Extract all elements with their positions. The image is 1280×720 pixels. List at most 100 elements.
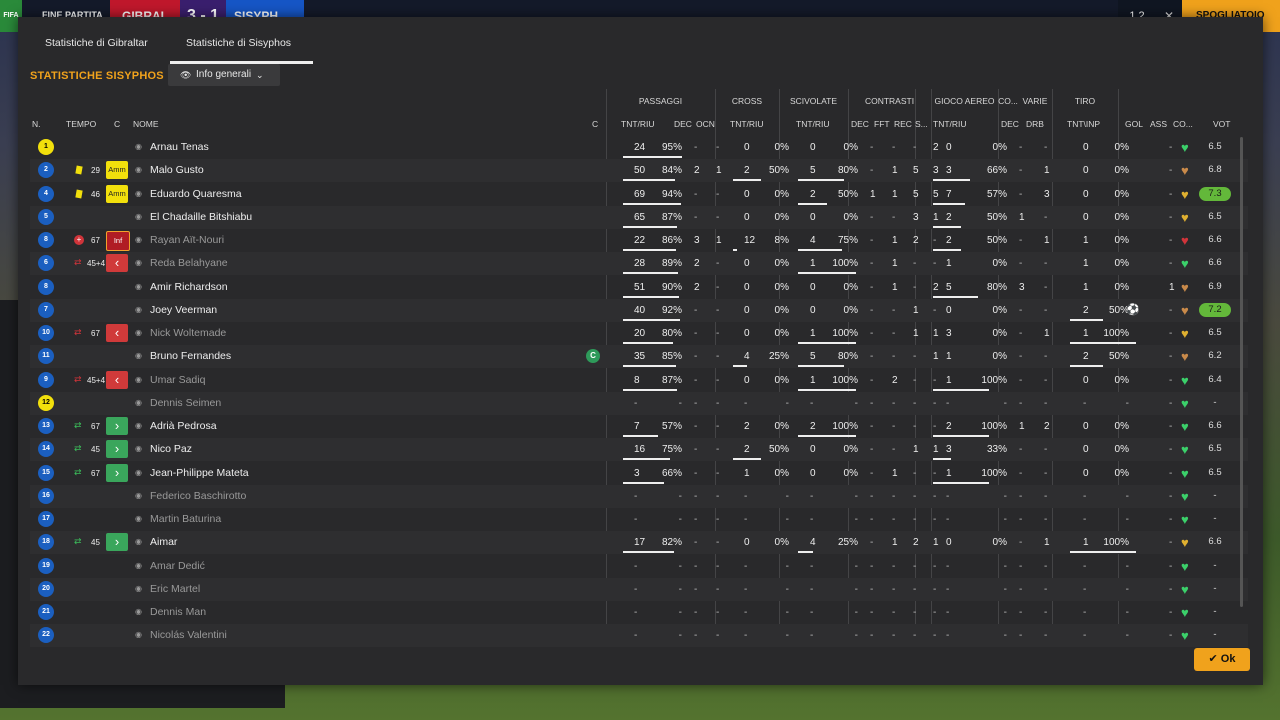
event-time: 67 xyxy=(91,329,100,338)
table-row[interactable]: 11 ◉ Bruno Fernandes C 35 85% - -4 25% 5 80% - - -1 1 0… xyxy=(30,345,1248,369)
player-name[interactable]: Malo Gusto xyxy=(150,164,204,176)
player-name[interactable]: Amar Dedić xyxy=(150,560,205,572)
table-row[interactable]: 18 ⇄ 45 › ◉ Aimar 17 82% - -0 0% 4 25% -1 2 1 0 0% -1 1 100%… xyxy=(30,531,1248,555)
pass-chances: - xyxy=(716,444,720,456)
table-row[interactable]: 19 ◉ Amar Dedić - - - - - - - - - - - - - - - - - - - ♥ - xyxy=(30,555,1248,578)
player-name[interactable]: Aimar xyxy=(150,536,177,548)
column-header: DEC xyxy=(1001,119,1019,129)
cross-accuracy: - xyxy=(785,514,789,525)
table-row[interactable]: 22 ◉ Nicolás Valentini - - - - - - - - - - - - - - - - - - - ♥… xyxy=(30,624,1248,648)
player-name[interactable]: Rayan Aït-Nouri xyxy=(150,234,224,246)
table-row[interactable]: 21 ◉ Dennis Man - - - - - - - - - - - - - - - - - - - ♥ - xyxy=(30,601,1248,624)
pass-attempts: - xyxy=(634,630,638,642)
player-name[interactable]: Umar Sadiq xyxy=(150,374,205,386)
player-name[interactable]: Reda Belahyane xyxy=(150,257,228,269)
cross-attempts: 4 xyxy=(744,351,750,363)
pass-accuracy: 92% xyxy=(661,304,682,316)
pass-chances: - xyxy=(716,421,720,432)
contrast-decisive: - xyxy=(870,490,874,502)
table-row[interactable]: 20 ◉ Eric Martel - - - - - - - - - - - - - - - - - - - ♥ - xyxy=(30,577,1248,601)
condition-heart-icon: ♥ xyxy=(1181,419,1189,434)
shot-accuracy: 0% xyxy=(1114,188,1129,200)
cross-accuracy: 0% xyxy=(774,421,789,432)
pass-attempts: 51 xyxy=(634,281,646,293)
player-name[interactable]: El Chadaille Bitshiabu xyxy=(150,211,252,223)
shirt-number: 16 xyxy=(38,487,54,504)
table-row[interactable]: 8 ◉ Amir Richardson 51 90% 2-0 0% 0 0% -1-2 5 80% 3-… xyxy=(30,276,1248,299)
player-name[interactable]: Martin Baturina xyxy=(150,513,221,525)
shirt-number: 6 xyxy=(38,255,54,272)
event-time: 29 xyxy=(91,166,100,176)
pass-decisive: 2 xyxy=(694,281,700,293)
condition-heart-icon: ♥ xyxy=(1181,326,1189,341)
contrast-recoveries: 5 xyxy=(913,165,919,177)
sub-in-icon: ⇄ xyxy=(74,443,82,454)
co-stat: - xyxy=(1019,165,1023,177)
tackle-accuracy-bar xyxy=(798,272,856,275)
table-row[interactable]: 6 ⇄ 45+4 ‹ ◉ Reda Belahyane 28 89% 2-0 0% 1 100% -1-… xyxy=(30,252,1248,276)
player-name[interactable]: Dennis Seimen xyxy=(150,397,221,409)
player-name[interactable]: Federico Baschirotto xyxy=(150,490,246,502)
table-row[interactable]: 15 ⇄ 67 › ◉ Jean-Philippe Mateta 3 66% - -1 0% 0 0% -… xyxy=(30,462,1248,485)
table-row[interactable]: 14 ⇄ 45 › ◉ Nico Paz 16 75% - -2 50% 0 0% - -1 1 3 33% - -0… xyxy=(30,438,1248,462)
condition-heart-icon: ♥ xyxy=(1181,186,1189,202)
shirt-number: 15 xyxy=(38,464,54,481)
sub-out-icon: ⇄ xyxy=(74,327,82,337)
co-stat: - xyxy=(1019,607,1023,618)
table-row[interactable]: 12 ◉ Dennis Seimen - - - - - - - - - - - - - - - - - - - ♥ - xyxy=(30,391,1248,415)
player-name[interactable]: Adrià Pedrosa xyxy=(150,420,217,432)
player-name[interactable]: Dennis Man xyxy=(150,606,206,618)
co-stat: - xyxy=(1019,258,1023,270)
column-header: C xyxy=(592,119,599,129)
aerial-attempts: - xyxy=(946,607,950,618)
table-row[interactable]: 8 +67 Inf ◉ Rayan Aït-Nouri 22 86% 3 1 12 8% 4 75% -1… xyxy=(30,229,1248,252)
pass-chances: - xyxy=(716,304,720,316)
player-name[interactable]: Joey Veerman xyxy=(150,304,217,316)
dribbles: - xyxy=(1044,607,1048,618)
player-name[interactable]: Arnau Tenas xyxy=(150,141,209,153)
aerial-attempts: 2 xyxy=(946,235,952,246)
shot-accuracy: 0% xyxy=(1114,444,1129,456)
table-row[interactable]: 9 ⇄ 45+4 ‹ ◉ Umar Sadiq 8 87% - -0 0% 1 100% -2- -1 100… xyxy=(30,369,1248,392)
player-name[interactable]: Jean-Philippe Mateta xyxy=(150,467,249,479)
player-name[interactable]: Amir Richardson xyxy=(150,281,228,293)
aerial-attempts: 0 xyxy=(946,142,952,153)
player-name[interactable]: Eric Martel xyxy=(150,583,200,595)
tackle-attempts: 1 xyxy=(810,258,816,270)
contrast-s: - xyxy=(933,583,937,595)
table-row[interactable]: 2 29 Amm ◉ Malo Gusto 50 84% 2 1 2 50% 5 80% -1 5 3 3 66%… xyxy=(30,159,1248,183)
condition-heart-icon: ♥ xyxy=(1181,512,1189,527)
pass-accuracy: - xyxy=(678,560,682,572)
player-name[interactable]: Bruno Fernandes xyxy=(150,350,231,362)
shirt-number: 17 xyxy=(38,511,54,527)
aerial-accuracy: 100% xyxy=(981,421,1007,432)
player-name[interactable]: Nico Paz xyxy=(150,443,192,455)
player-avatar-icon: ◉ xyxy=(135,281,142,291)
scrollbar[interactable] xyxy=(1240,137,1243,607)
tackle-attempts: 0 xyxy=(810,142,816,153)
player-name[interactable]: Eduardo Quaresma xyxy=(150,188,242,200)
dribbles: - xyxy=(1044,142,1048,153)
cross-attempts: 2 xyxy=(744,165,750,177)
dribbles: - xyxy=(1044,467,1048,479)
player-name[interactable]: Nick Woltemade xyxy=(150,327,226,339)
player-avatar-icon: ◉ xyxy=(135,235,142,244)
table-row[interactable]: 17 ◉ Martin Baturina - - - - - - - - - - - - - - - - - - - ♥ - xyxy=(30,508,1248,531)
table-row[interactable]: 4 46 Amm ◉ Eduardo Quaresma 69 94% - -0 0% 2 50% 1 1 5… xyxy=(30,183,1248,206)
ok-button[interactable]: ✔ Ok xyxy=(1194,648,1250,671)
tackle-attempts: 1 xyxy=(810,328,816,339)
tackle-accuracy: 100% xyxy=(832,258,858,270)
table-row[interactable]: 7 ◉ Joey Veerman 40 92% - -0 0% 0 0% - -1-0 0% - -2 50%… xyxy=(30,298,1248,322)
dribbles: 2 xyxy=(1044,421,1050,432)
table-row[interactable]: 16 ◉ Federico Baschirotto - - - - - - - - - - - - - - - - -… xyxy=(30,484,1248,508)
table-row[interactable]: 13 ⇄ 67 › ◉ Adrià Pedrosa 7 57% - -2 0% 2 100% - - - -2 1… xyxy=(30,415,1248,438)
tackle-accuracy: - xyxy=(854,514,858,525)
table-row[interactable]: 1 ◉ Arnau Tenas 24 95% - -0 0% 0 0% - - -2 0 0% - -0 0% - ♥… xyxy=(30,136,1248,159)
shot-accuracy: 0% xyxy=(1114,258,1129,270)
co-stat: 1 xyxy=(1019,421,1025,432)
table-row[interactable]: 5 ◉ El Chadaille Bitshiabu 65 87% - -0 0% 0 0% - -3… xyxy=(30,205,1248,229)
table-row[interactable]: 10 ⇄ 67 ‹ ◉ Nick Woltemade 20 80% - - 0 0% 1 100% - - 1 1… xyxy=(30,322,1248,345)
column-header: TEMPO xyxy=(66,119,97,129)
shot-accuracy: - xyxy=(1125,560,1129,572)
player-name[interactable]: Nicolás Valentini xyxy=(150,629,227,641)
